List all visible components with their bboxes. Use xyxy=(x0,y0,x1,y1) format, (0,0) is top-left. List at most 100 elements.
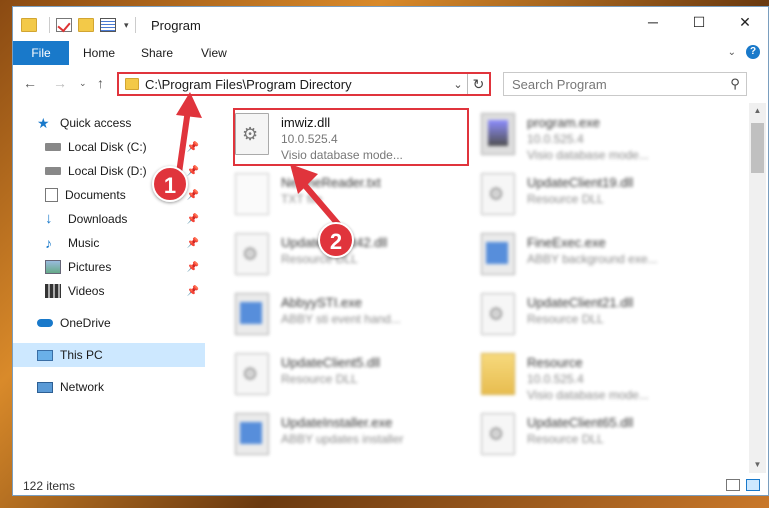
maximize-button[interactable]: ☐ xyxy=(676,7,722,37)
file-item[interactable]: Resource 10.0.525.4 Visio database mode.… xyxy=(481,353,711,403)
address-row: ← → ⌄ ↑ C:\Program Files\Program Directo… xyxy=(13,69,768,99)
refresh-icon[interactable]: ↻ xyxy=(467,74,489,94)
sidebar-item-network[interactable]: Network xyxy=(13,375,205,399)
item-count: 122 items xyxy=(23,479,76,493)
sidebar-item-videos[interactable]: Videos 📌 xyxy=(13,279,205,303)
tab-view[interactable]: View xyxy=(201,41,227,65)
file-type: Resource DLL xyxy=(527,312,604,326)
tiles-view-icon[interactable] xyxy=(746,479,760,491)
sidebar-item-label: Music xyxy=(68,236,100,250)
folder-icon[interactable] xyxy=(21,18,37,32)
file-name: FineExec.exe xyxy=(527,235,606,250)
details-view-icon[interactable] xyxy=(726,479,740,491)
file-name: UpdateClient65.dll xyxy=(527,415,634,430)
back-arrow-icon[interactable]: ← xyxy=(23,75,37,91)
ribbon-right-controls: ⌄ ? xyxy=(728,45,760,59)
file-name: program.exe xyxy=(527,115,600,130)
sidebar-item-onedrive[interactable]: OneDrive xyxy=(13,311,205,335)
quick-access-toolbar: ▾ xyxy=(21,17,142,33)
properties-check-icon[interactable] xyxy=(56,18,72,32)
tab-file[interactable]: File xyxy=(13,41,69,65)
music-icon: ♪ xyxy=(45,235,52,251)
ribbon: File Home Share View ⌄ ? xyxy=(13,41,768,65)
txt-icon xyxy=(235,173,269,215)
dll-icon xyxy=(481,293,515,335)
file-description: ABBY updates installer xyxy=(281,432,404,446)
toolbar-divider xyxy=(134,17,136,33)
scroll-up-icon[interactable]: ▲ xyxy=(749,103,766,119)
file-explorer-window: ▾ Program ─ ☐ ✕ File Home Share View ⌄ ?… xyxy=(12,6,769,496)
scroll-thumb[interactable] xyxy=(751,123,764,173)
pin-icon[interactable]: 📌 xyxy=(187,238,199,249)
recent-locations-icon[interactable]: ⌄ xyxy=(79,78,87,89)
sidebar-item-this-pc[interactable]: This PC xyxy=(13,343,205,367)
properties-icon[interactable] xyxy=(100,18,116,32)
file-item[interactable]: FineExec.exe ABBY background exe... xyxy=(481,233,711,283)
tab-share[interactable]: Share xyxy=(141,41,173,65)
exe-icon xyxy=(481,113,515,155)
file-name: UpdateClient19.dll xyxy=(527,175,634,190)
file-name: UpdateClient5.dll xyxy=(281,355,381,370)
minimize-button[interactable]: ─ xyxy=(630,7,676,37)
dll-icon xyxy=(481,173,515,215)
up-arrow-icon[interactable]: ↑ xyxy=(97,75,104,91)
pin-icon[interactable]: 📌 xyxy=(187,214,199,225)
annotation-arrow-2 xyxy=(290,164,341,227)
forward-arrow-icon[interactable]: → xyxy=(53,75,67,91)
file-version: 10.0.525.4 xyxy=(527,372,584,386)
pin-icon[interactable]: 📌 xyxy=(187,262,199,273)
file-item[interactable]: UpdateClient19.dll Resource DLL xyxy=(481,173,711,223)
chevron-down-icon[interactable]: ⌄ xyxy=(449,78,467,91)
pin-icon[interactable]: 📌 xyxy=(187,286,199,297)
sidebar-item-music[interactable]: ♪ Music 📌 xyxy=(13,231,205,255)
sidebar-item-label: Local Disk (C:) xyxy=(68,140,147,154)
sidebar-item-label: OneDrive xyxy=(60,316,111,330)
sidebar-item-label: Pictures xyxy=(68,260,112,274)
dll-icon xyxy=(235,233,269,275)
file-description: Visio database mode... xyxy=(527,388,649,402)
annotation-badge-1: 1 xyxy=(152,166,188,202)
file-type: Resource DLL xyxy=(527,432,604,446)
sidebar-item-label: Network xyxy=(60,380,105,394)
app-icon xyxy=(481,233,515,275)
star-icon: ★ xyxy=(37,115,50,131)
folder-icon xyxy=(125,78,139,90)
search-input[interactable]: Search Program xyxy=(512,77,724,92)
file-description: Visio database mode... xyxy=(527,148,649,162)
sidebar-item-pictures[interactable]: Pictures 📌 xyxy=(13,255,205,279)
file-item[interactable]: UpdateClient21.dll Resource DLL xyxy=(481,293,711,343)
help-icon[interactable]: ? xyxy=(746,45,760,59)
sidebar-item-label: Videos xyxy=(68,284,105,298)
file-type: Resource DLL xyxy=(527,192,604,206)
scroll-down-icon[interactable]: ▼ xyxy=(749,457,766,473)
status-bar: 122 items xyxy=(13,475,768,495)
sidebar-item-label: Documents xyxy=(65,188,126,202)
search-box[interactable]: Search Program ⚲ xyxy=(503,72,747,96)
dll-icon xyxy=(235,353,269,395)
vertical-scrollbar[interactable]: ▲ ▼ xyxy=(749,103,766,473)
search-icon[interactable]: ⚲ xyxy=(724,76,746,92)
close-button[interactable]: ✕ xyxy=(722,7,768,37)
file-name: UpdateClient21.dll xyxy=(527,295,634,310)
view-toggle xyxy=(726,479,760,491)
title-bar: ▾ Program ─ ☐ ✕ xyxy=(13,7,768,39)
dll-icon xyxy=(481,413,515,455)
file-item[interactable]: UpdateClient5.dll Resource DLL xyxy=(235,353,465,403)
sidebar-item-downloads[interactable]: ↓ Downloads 📌 xyxy=(13,207,205,231)
file-description: ABBY background exe... xyxy=(527,252,658,266)
file-item[interactable]: program.exe 10.0.525.4 Visio database mo… xyxy=(481,113,711,163)
pin-icon[interactable]: 📌 xyxy=(187,190,199,201)
customize-dropdown-icon[interactable]: ▾ xyxy=(124,20,129,31)
computer-icon xyxy=(37,349,53,361)
new-folder-icon[interactable] xyxy=(78,18,94,32)
file-item[interactable]: UpdateInstaller.exe ABBY updates install… xyxy=(235,413,465,463)
file-item[interactable]: AbbyySTI.exe ABBY sti event hand... xyxy=(235,293,465,343)
file-name: UpdateInstaller.exe xyxy=(281,415,393,430)
cloud-icon xyxy=(37,319,53,327)
sidebar-item-label: Downloads xyxy=(68,212,128,226)
tab-home[interactable]: Home xyxy=(83,41,115,65)
file-item[interactable]: UpdateClient65.dll Resource DLL xyxy=(481,413,711,463)
network-icon xyxy=(37,381,53,393)
expand-ribbon-icon[interactable]: ⌄ xyxy=(728,47,736,58)
sidebar-item-label: Quick access xyxy=(60,116,132,130)
